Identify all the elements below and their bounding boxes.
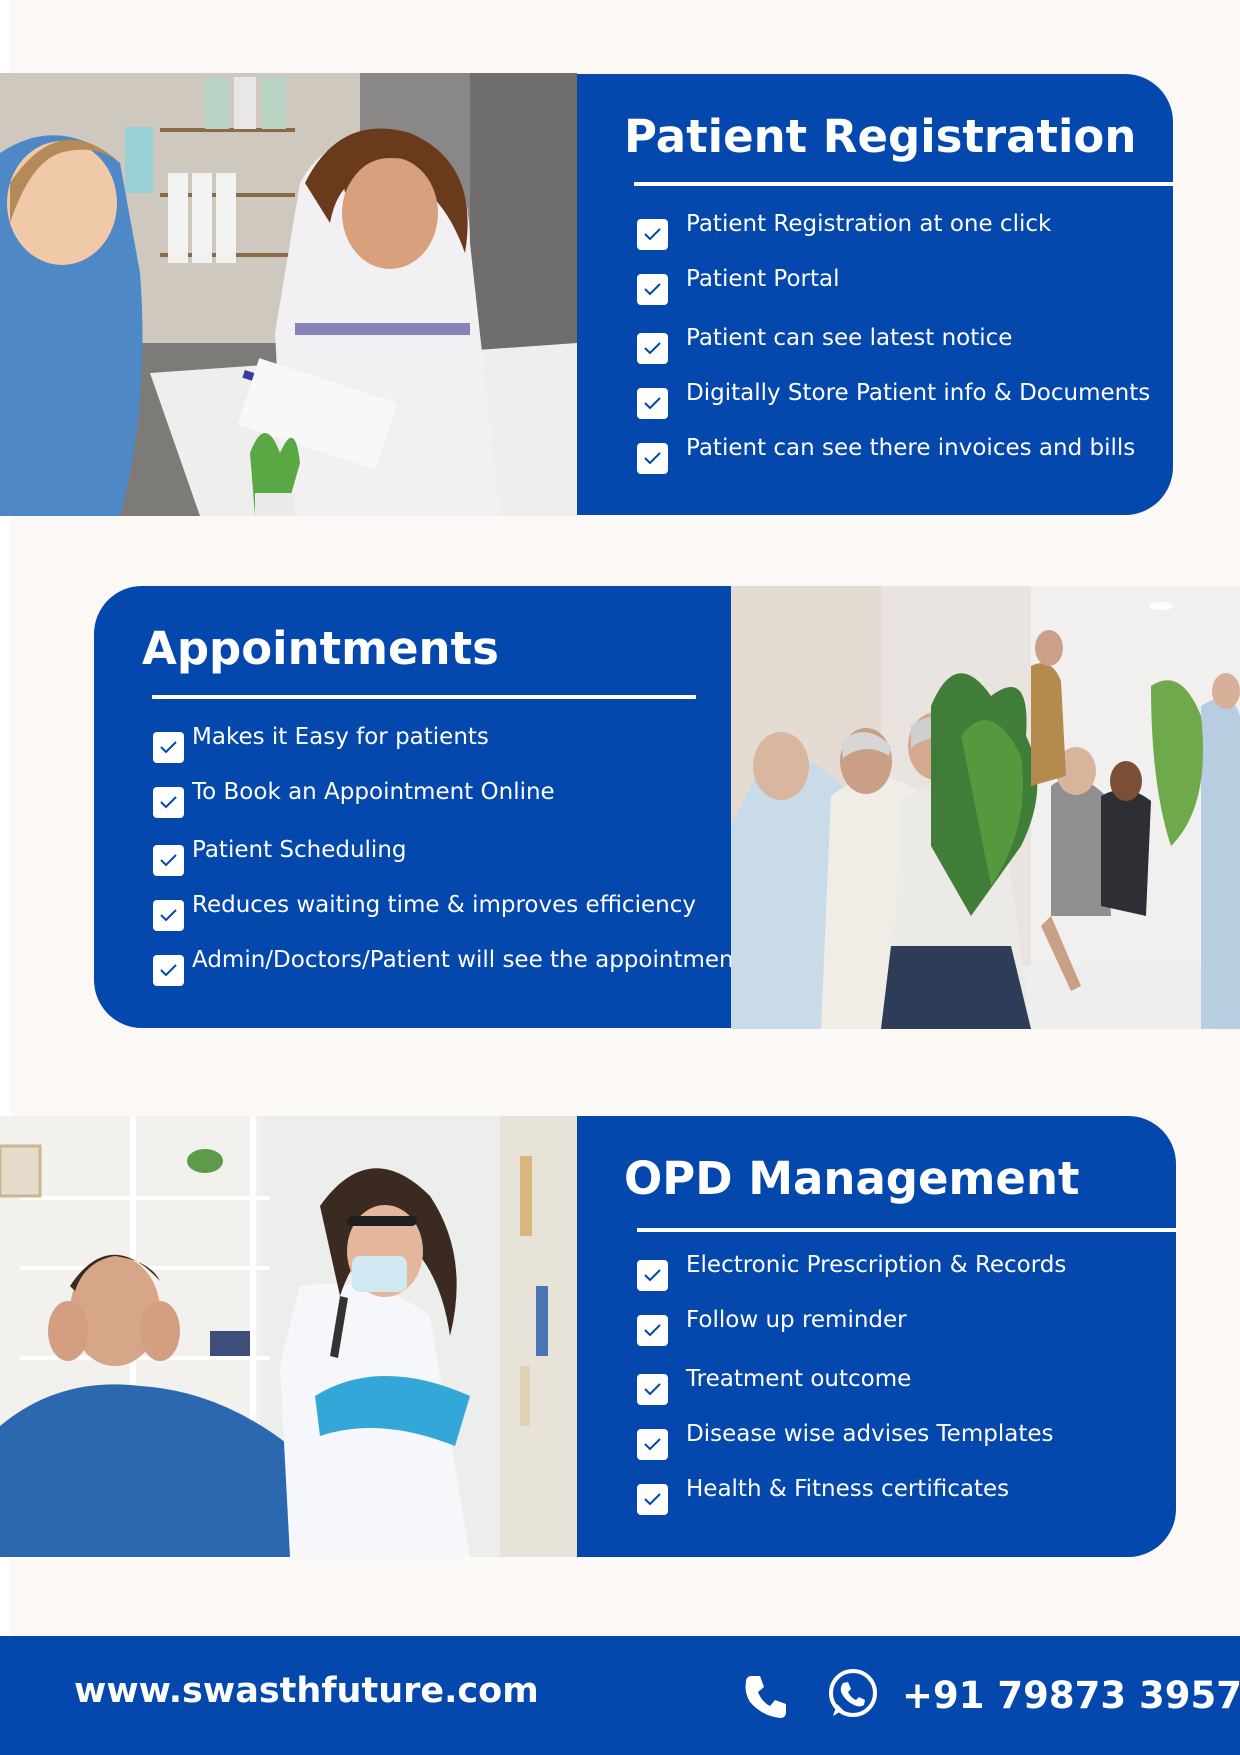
feature-label: Disease wise advises Templates: [686, 1421, 1054, 1447]
feature-label: Health & Fitness certificates: [686, 1476, 1010, 1502]
title-underline: [152, 695, 696, 699]
checkbox-icon: [637, 1260, 668, 1291]
feature-label: Makes it Easy for patients: [192, 724, 489, 750]
phone-icon[interactable]: [742, 1672, 790, 1724]
feature-label: Patient can see latest notice: [686, 325, 1013, 351]
feature-label: Patient Portal: [686, 266, 840, 292]
checkbox-icon: [637, 1315, 668, 1346]
feature-label: To Book an Appointment Online: [192, 779, 555, 805]
checkbox-icon: [637, 1374, 668, 1405]
checkbox-icon: [637, 388, 668, 419]
card-title: Appointments: [142, 622, 499, 675]
feature-label: Patient Scheduling: [192, 837, 407, 863]
checkbox-icon: [153, 955, 184, 986]
feature-label: Admin/Doctors/Patient will see the appoi…: [192, 947, 755, 973]
feature-label: Treatment outcome: [686, 1366, 912, 1392]
checkbox-icon: [637, 219, 668, 250]
checkbox-icon: [637, 1484, 668, 1515]
checkbox-icon: [637, 443, 668, 474]
whatsapp-icon[interactable]: [825, 1666, 879, 1726]
checkbox-icon: [153, 732, 184, 763]
checkbox-icon: [153, 900, 184, 931]
doctor-consulting-patient-photo: [0, 1116, 577, 1557]
card-title: Patient Registration: [624, 110, 1137, 163]
feature-label: Digitally Store Patient info & Documents: [686, 380, 1151, 406]
feature-label: Electronic Prescription & Records: [686, 1252, 1067, 1278]
checkbox-icon: [637, 1429, 668, 1460]
receptionist-assisting-patient-photo: [0, 73, 577, 516]
checkbox-icon: [153, 787, 184, 818]
feature-label: Patient Registration at one click: [686, 211, 1052, 237]
checkbox-icon: [637, 274, 668, 305]
title-underline: [634, 182, 1173, 186]
card-title: OPD Management: [624, 1152, 1080, 1205]
patient-registration-card: Patient Registration Patient Registratio…: [577, 74, 1173, 515]
feature-label: Patient can see there invoices and bills: [686, 435, 1136, 461]
website-link[interactable]: www.swasthfuture.com: [74, 1671, 539, 1711]
title-underline: [637, 1228, 1176, 1232]
appointments-card: Appointments Makes it Easy for patients …: [94, 586, 755, 1028]
waiting-room-patients-photo: [731, 586, 1240, 1029]
checkbox-icon: [637, 333, 668, 364]
feature-label: Reduces waiting time & improves efficien…: [192, 892, 696, 918]
footer-bar: www.swasthfuture.com +91 79873 39576: [0, 1636, 1240, 1755]
opd-management-card: OPD Management Electronic Prescription &…: [577, 1116, 1176, 1557]
phone-number-link[interactable]: +91 79873 39576: [902, 1674, 1240, 1717]
checkbox-icon: [153, 845, 184, 876]
feature-label: Follow up reminder: [686, 1307, 907, 1333]
